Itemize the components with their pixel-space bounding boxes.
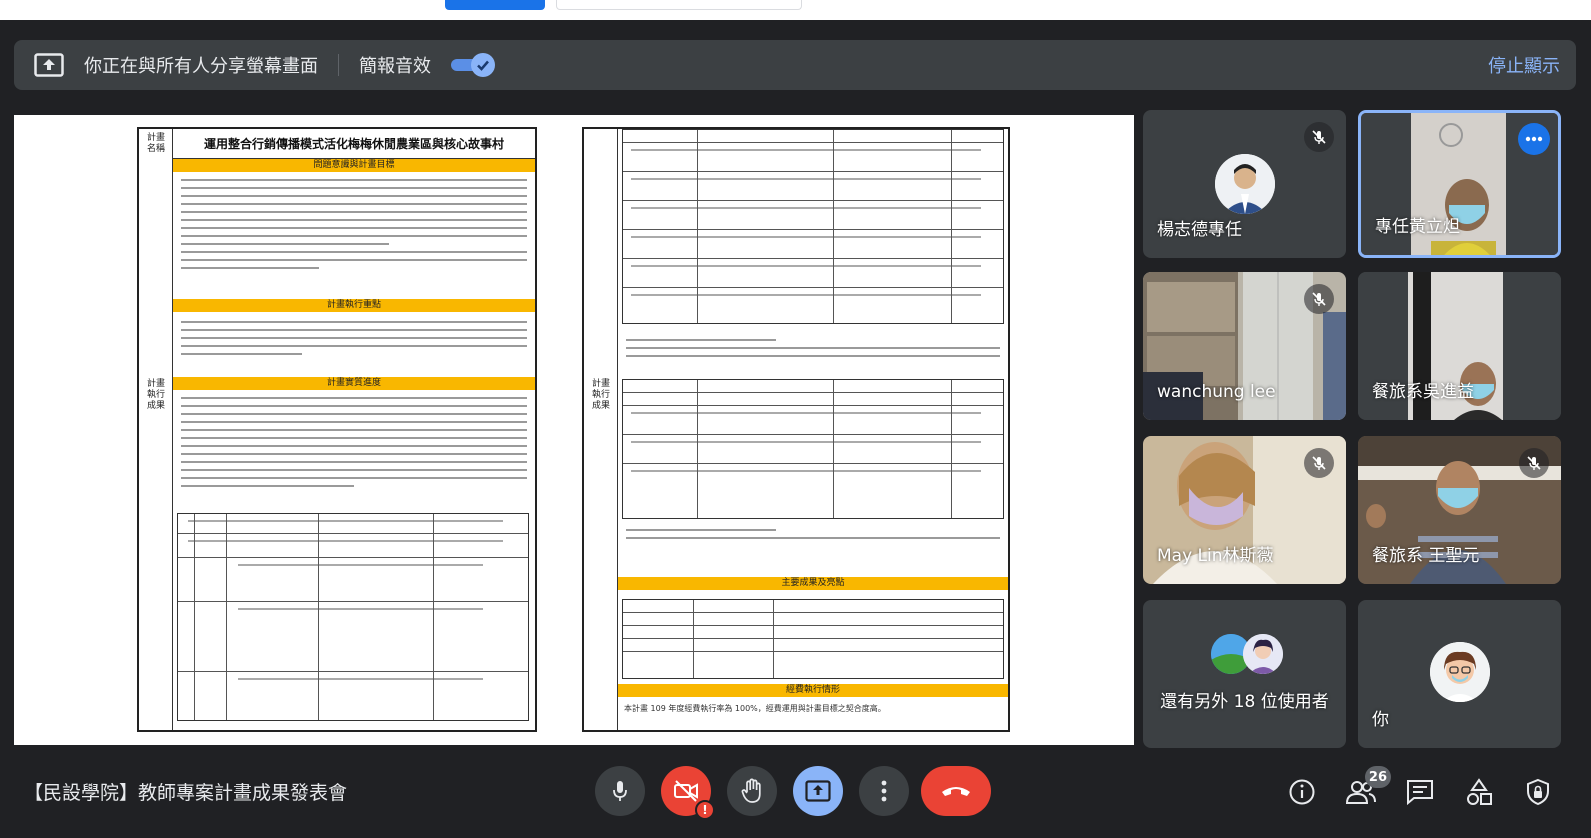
sharing-status-text: 你正在與所有人分享螢幕畫面 (84, 56, 318, 77)
mic-off-icon (1519, 448, 1549, 478)
budget-note: 本計畫 109 年度經費執行率為 100%，經費運用與計畫目標之契合度高。 (624, 704, 886, 713)
participant-tile[interactable]: May Lin林斯薇 (1143, 436, 1346, 584)
participant-tile[interactable]: 餐旅系吳進益 (1358, 272, 1561, 420)
meeting-control-bar: 【民設學院】教師專案計畫成果發表會 ! 26 (0, 758, 1591, 838)
shared-screen: 計畫名稱 計畫執行成果 運用整合行銷傳播模式活化梅梅休閒農業區與核心故事村 問題… (14, 115, 1134, 745)
mic-off-icon (1304, 448, 1334, 478)
mic-off-icon (1304, 284, 1334, 314)
avatar (1243, 634, 1283, 674)
chat-icon (1407, 780, 1433, 805)
presentation-sound-label: 簡報音效 (359, 56, 431, 77)
avatar (1215, 154, 1275, 214)
camera-off-button[interactable]: ! (661, 766, 715, 820)
participant-name: wanchung lee (1157, 382, 1276, 402)
people-button[interactable]: 26 (1345, 766, 1391, 808)
info-icon (1289, 779, 1315, 805)
text-block-2 (181, 321, 527, 361)
participant-tile[interactable]: 楊志德專任 (1143, 110, 1346, 258)
present-now-button[interactable] (793, 766, 843, 816)
camera-off-icon (674, 780, 698, 802)
right-column-labels: 計畫執行成果 (584, 129, 618, 730)
hand-icon (741, 778, 761, 803)
stop-presenting-button[interactable]: 停止顯示 (1488, 52, 1560, 78)
section-band-budget: 經費執行情形 (618, 684, 1008, 697)
participant-name: 專任黃立炟 (1375, 217, 1460, 237)
top-secondary-button[interactable] (556, 0, 802, 10)
meeting-details-button[interactable] (1286, 776, 1318, 808)
self-name: 你 (1372, 710, 1389, 730)
course-table (177, 513, 529, 721)
raise-hand-button[interactable] (727, 766, 777, 816)
alert-icon: ! (695, 800, 715, 820)
participant-name: 餐旅系 王聖元 (1372, 546, 1480, 566)
others-count-label: 還有另外 18 位使用者 (1160, 692, 1329, 712)
others-tile[interactable]: 還有另外 18 位使用者 (1143, 600, 1346, 748)
participant-tile[interactable]: wanchung lee (1143, 272, 1346, 420)
more-options-button[interactable] (859, 766, 909, 816)
document-title: 運用整合行銷傳播模式活化梅梅休閒農業區與核心故事村 (173, 129, 535, 159)
more-options-icon[interactable] (1518, 123, 1550, 155)
text-block-4 (626, 339, 1000, 363)
results-table (622, 599, 1004, 679)
section-band-focus: 計畫執行重點 (173, 299, 535, 312)
section-band-goals: 問題意識與計畫目標 (173, 159, 535, 172)
left-col-mid-label: 計畫執行成果 (146, 379, 165, 411)
present-screen-icon (34, 53, 64, 77)
hang-up-icon (942, 787, 970, 796)
left-col-top-label: 計畫名稱 (146, 133, 165, 154)
screen-share-bar: 你正在與所有人分享螢幕畫面 簡報音效 停止顯示 (14, 40, 1576, 90)
participant-count-badge: 26 (1364, 766, 1391, 788)
participant-name: May Lin林斯薇 (1157, 546, 1274, 566)
participant-name: 餐旅系吳進益 (1372, 382, 1474, 402)
check-icon (471, 53, 495, 77)
text-block-1 (181, 179, 527, 275)
participant-tile-active[interactable]: 專任黃立炟 (1358, 110, 1561, 258)
microphone-icon (613, 781, 627, 801)
participant-tile[interactable]: 餐旅系 王聖元 (1358, 436, 1561, 584)
chat-button[interactable] (1404, 776, 1436, 808)
host-controls-button[interactable] (1522, 776, 1554, 808)
document-page-right: 計畫執行成果 主要成果及亮點 經費執行情形 本計畫 109 年度經費執行率為 1… (582, 127, 1010, 732)
more-vert-icon (881, 780, 887, 802)
mic-off-icon (1304, 122, 1334, 152)
meeting-title: 【民設學院】教師專案計畫成果發表會 (24, 782, 348, 804)
activity-table (622, 129, 1004, 324)
activities-icon (1467, 778, 1492, 805)
shield-lock-icon (1527, 778, 1549, 806)
microphone-button[interactable] (595, 766, 645, 816)
section-band-results: 主要成果及亮點 (618, 577, 1008, 590)
leave-call-button[interactable] (921, 766, 991, 816)
top-primary-button[interactable] (445, 0, 545, 10)
avatar (1430, 642, 1490, 702)
section-band-progress: 計畫實質進度 (173, 377, 535, 390)
present-screen-icon (805, 780, 831, 802)
share-bar-divider (338, 54, 339, 76)
text-block-3 (181, 397, 527, 493)
top-strip (0, 0, 1591, 20)
presentation-sound-toggle[interactable] (451, 52, 497, 78)
left-column-labels: 計畫名稱 計畫執行成果 (139, 129, 173, 730)
self-tile[interactable]: 你 (1358, 600, 1561, 748)
field-table (622, 379, 1004, 519)
activities-button[interactable] (1463, 776, 1495, 808)
right-col-mid-label: 計畫執行成果 (591, 379, 610, 411)
text-block-5 (626, 529, 1000, 545)
document-page-left: 計畫名稱 計畫執行成果 運用整合行銷傳播模式活化梅梅休閒農業區與核心故事村 問題… (137, 127, 537, 732)
participant-name: 楊志德專任 (1157, 220, 1242, 240)
